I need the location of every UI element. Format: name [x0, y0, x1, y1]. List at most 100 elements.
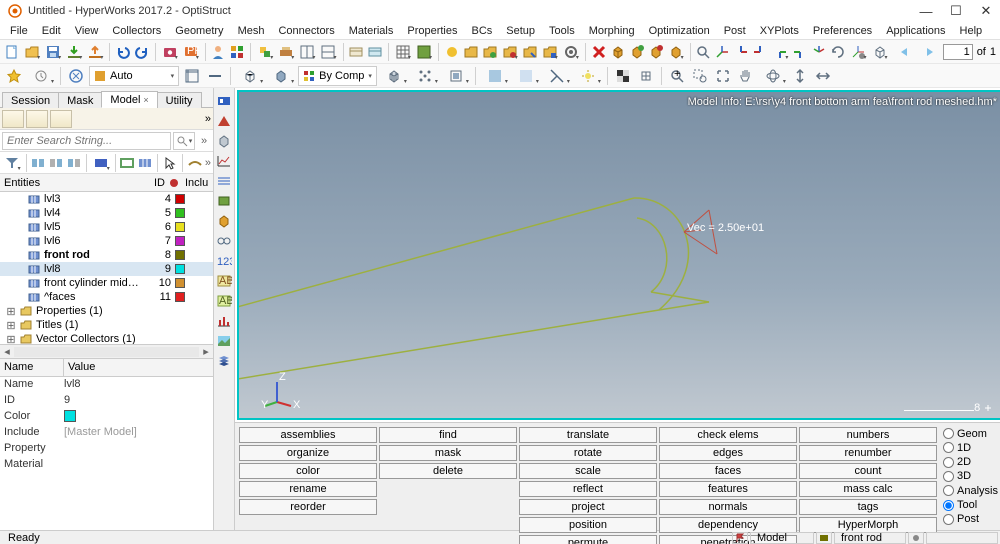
vtool-transparency-icon[interactable]	[214, 132, 234, 150]
close-button[interactable]: ✕	[980, 5, 992, 17]
vtool-123-icon[interactable]: 123	[214, 252, 234, 270]
recent-icon[interactable]: ▾	[27, 66, 55, 86]
browser-btn-1[interactable]	[2, 110, 24, 128]
solver-icon[interactable]	[444, 42, 460, 62]
prop-row[interactable]: ID9	[0, 393, 213, 409]
menu-edit[interactable]: Edit	[36, 24, 67, 38]
tree-row[interactable]: lvl3 4	[0, 192, 213, 206]
vtool-elements-icon[interactable]	[214, 192, 234, 210]
rotate-icon[interactable]: ▾	[759, 66, 787, 86]
cmd-mask[interactable]: mask	[379, 445, 517, 461]
hm-icon[interactable]	[66, 66, 86, 86]
cmd-rename[interactable]: rename	[239, 481, 377, 497]
save-icon[interactable]: ▾	[44, 42, 62, 62]
tree-row[interactable]: front rod 8	[0, 248, 213, 262]
cube3-icon[interactable]	[648, 42, 664, 62]
assembly-icon[interactable]: ▾	[256, 42, 274, 62]
vtool-glasses-icon[interactable]	[214, 232, 234, 250]
menu-preferences[interactable]: Preferences	[807, 24, 878, 38]
export-icon[interactable]: ▾	[86, 42, 104, 62]
menu-applications[interactable]: Applications	[880, 24, 951, 38]
favorite-star-icon[interactable]	[4, 66, 24, 86]
tab-utility[interactable]: Utility	[157, 92, 202, 108]
radio-2d[interactable]: 2D	[943, 456, 1000, 469]
cmd-rotate[interactable]: rotate	[519, 445, 657, 461]
menu-tools[interactable]: Tools	[543, 24, 581, 38]
zoom-fit-icon[interactable]: +	[667, 66, 687, 86]
folder1-icon[interactable]	[463, 42, 479, 62]
tree-header-id[interactable]: ID	[145, 177, 169, 189]
grid-panel-icon[interactable]: ▾	[394, 42, 412, 62]
vtool-section-icon[interactable]	[214, 112, 234, 130]
viewport[interactable]: Model Info: E:\rsr\y4 front bottom arm f…	[237, 90, 1000, 420]
cmd-assemblies[interactable]: assemblies	[239, 427, 377, 443]
filter-icon[interactable]: ▾	[2, 153, 22, 173]
vtool-layers-icon[interactable]	[214, 352, 234, 370]
cmd-translate[interactable]: translate	[519, 427, 657, 443]
tree-row[interactable]: lvl5 6	[0, 220, 213, 234]
vtool-lines-icon[interactable]	[214, 172, 234, 190]
radio-1d[interactable]: 1D	[943, 441, 1000, 454]
maximize-button[interactable]: ☐	[950, 5, 962, 17]
vtool-abc2-icon[interactable]: ABC	[214, 292, 234, 310]
view-iso-icon[interactable]	[811, 42, 827, 62]
display-block-icon[interactable]: ▾	[91, 153, 111, 173]
page-next-icon[interactable]	[919, 42, 939, 62]
view-left-icon[interactable]	[792, 42, 808, 62]
vtool-solid-icon[interactable]	[214, 212, 234, 230]
folder2-icon[interactable]	[482, 42, 498, 62]
vtool-image-icon[interactable]	[214, 332, 234, 350]
clip-icon[interactable]: ▾	[543, 66, 571, 86]
cube1-icon[interactable]	[610, 42, 626, 62]
tree-row[interactable]: lvl4 5	[0, 206, 213, 220]
user-icon[interactable]	[210, 42, 226, 62]
prop-row[interactable]: Include[Master Model]	[0, 425, 213, 441]
tree-row[interactable]: ^faces 11	[0, 290, 213, 304]
layout2-icon[interactable]: ▾	[319, 42, 337, 62]
shade2-icon[interactable]: ▾	[512, 66, 540, 86]
hscroll-right[interactable]: ▸	[199, 345, 213, 358]
cube-wire-icon[interactable]: ▾	[236, 66, 264, 86]
cmd-count[interactable]: count	[799, 463, 937, 479]
vtool-abc-icon[interactable]: ABC	[214, 272, 234, 290]
gear-icon[interactable]: ▾	[562, 42, 580, 62]
cmd-delete[interactable]: delete	[379, 463, 517, 479]
window-layout-icon[interactable]: ▾	[298, 42, 316, 62]
radio-3d[interactable]: 3D	[943, 470, 1000, 483]
delete-red-icon[interactable]	[591, 42, 607, 62]
vtool-graph-icon[interactable]	[214, 152, 234, 170]
cmd-color[interactable]: color	[239, 463, 377, 479]
tree-group[interactable]: ⊞ Properties (1)	[0, 304, 213, 318]
radio-post[interactable]: Post	[943, 513, 1000, 526]
browser-btn-3[interactable]	[50, 110, 72, 128]
cmd-mass-calc[interactable]: mass calc	[799, 481, 937, 497]
outline-icon[interactable]	[182, 66, 202, 86]
cube-view-icon[interactable]: ▾	[870, 42, 888, 62]
cube4-icon[interactable]: ▾	[667, 42, 685, 62]
tab-mask[interactable]: Mask	[58, 92, 102, 108]
pan-icon[interactable]	[736, 66, 756, 86]
tree-row[interactable]: lvl8 9	[0, 262, 213, 276]
lighting-icon[interactable]: ▾	[574, 66, 602, 86]
cmd-check-elems[interactable]: check elems	[659, 427, 797, 443]
screenshot-icon[interactable]: ▾	[161, 42, 179, 62]
radio-analysis[interactable]: Analysis	[943, 484, 1000, 497]
tab-model[interactable]: Model×	[101, 91, 157, 108]
dotcube-icon[interactable]: ▾	[411, 66, 439, 86]
cmd-features[interactable]: features	[659, 481, 797, 497]
bycomp-combo[interactable]: By Comp ▾	[298, 66, 377, 86]
cmd-tags[interactable]: tags	[799, 499, 937, 515]
hide-icon[interactable]	[187, 153, 203, 173]
view-settings-icon[interactable]: ▾	[849, 42, 867, 62]
menu-mesh[interactable]: Mesh	[232, 24, 271, 38]
prop-header-value[interactable]: Value	[64, 359, 213, 376]
cmd-reorder[interactable]: reorder	[239, 499, 377, 515]
fit-icon[interactable]	[713, 66, 733, 86]
menu-materials[interactable]: Materials	[343, 24, 400, 38]
cmd-normals[interactable]: normals	[659, 499, 797, 515]
folder4-icon[interactable]	[522, 42, 538, 62]
search-icon[interactable]: ▾	[173, 132, 195, 150]
axis-xyz-icon[interactable]	[714, 42, 730, 62]
cmd-reflect[interactable]: reflect	[519, 481, 657, 497]
folder5-icon[interactable]: ▾	[541, 42, 559, 62]
